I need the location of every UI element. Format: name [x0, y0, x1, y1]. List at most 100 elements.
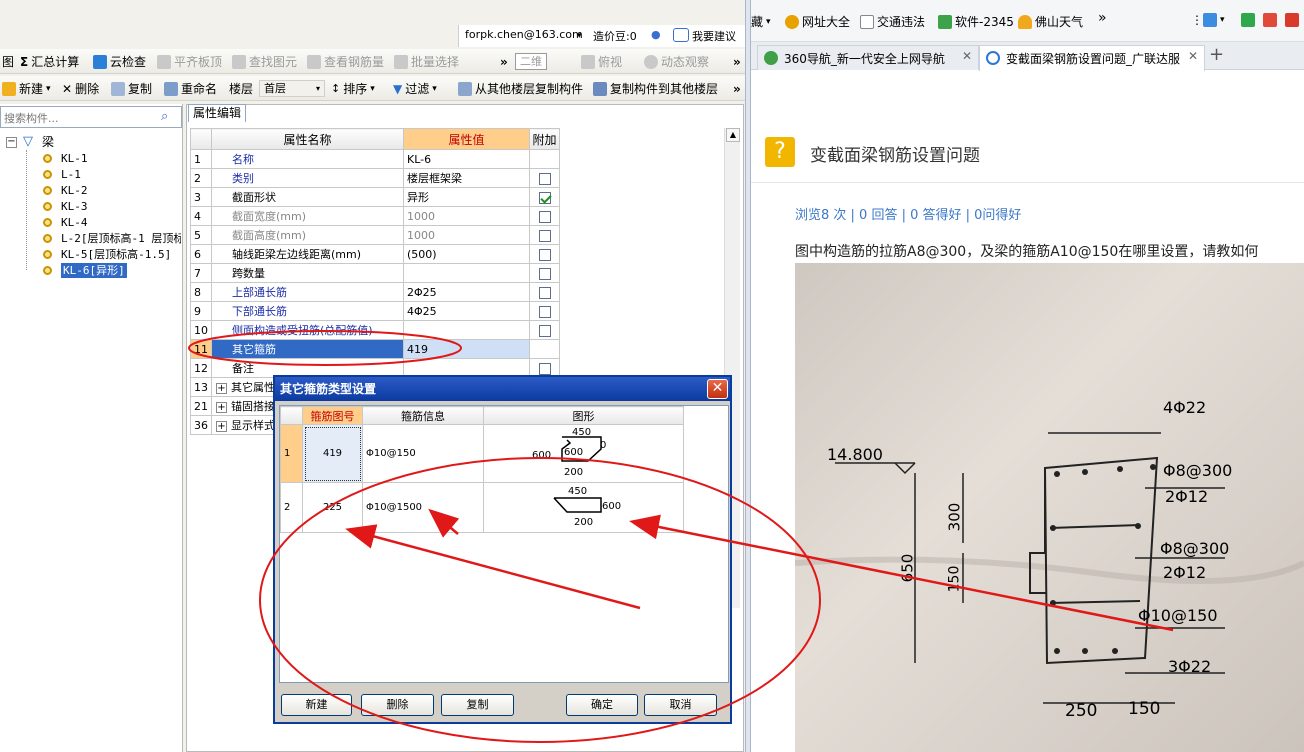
tree-item-kl3[interactable]: KL-3	[61, 199, 88, 214]
toolbar-overflow-icon[interactable]: »	[500, 53, 508, 70]
feedback-link[interactable]: 我要建议	[692, 28, 736, 44]
copy-to-floor-button[interactable]: 复制构件到其他楼层	[593, 80, 718, 97]
dynamic-view-button[interactable]: 动态观察	[644, 53, 709, 70]
close-icon[interactable]: ✕	[962, 49, 972, 63]
question-stats[interactable]: 浏览8 次 | 0 回答 | 0 答得好 | 0问得好	[795, 204, 1021, 223]
summary-calc-button[interactable]: Σ 汇总计算	[20, 53, 79, 70]
view-2d-select[interactable]: 二维	[515, 53, 547, 70]
toolbar-overflow-icon-3[interactable]: »	[733, 80, 741, 97]
chat-icon[interactable]	[673, 28, 689, 42]
view-rebar-button[interactable]: 查看钢筋量	[307, 53, 384, 70]
table-row[interactable]: 5 截面高度(mm) 1000	[190, 225, 560, 245]
dialog-cancel-button[interactable]: 取消	[644, 694, 717, 716]
dialog-copy-button[interactable]: 复制	[441, 694, 514, 716]
dialog-new-button[interactable]: 新建	[281, 694, 352, 716]
stirrup-shape-cell[interactable]: 450 600 0 600 200	[483, 424, 684, 483]
table-row[interactable]: 6 轴线距梁左边线距离(mm) (500)	[190, 244, 560, 264]
toolbar-overflow-icon-2[interactable]: »	[733, 53, 741, 70]
search-icon[interactable]: ⌕	[161, 109, 168, 124]
property-value[interactable]: 2Φ25	[403, 282, 530, 302]
tab-question-page[interactable]: 变截面梁钢筋设置问题_广联达服 ✕	[979, 45, 1205, 71]
new-component-button[interactable]: 新建 ▾	[2, 80, 51, 97]
property-value[interactable]: (500)	[403, 244, 530, 264]
table-row-selected[interactable]: 1 419 Φ10@150 450 600 0 600 200	[280, 424, 684, 483]
property-value[interactable]: KL-6	[403, 149, 530, 169]
chevron-down-icon[interactable]: ▾	[577, 31, 582, 41]
table-row[interactable]: 2 类别 楼层框架梁	[190, 168, 560, 188]
close-icon[interactable]: ✕	[1188, 49, 1198, 63]
dialog-delete-button[interactable]: 删除	[361, 694, 434, 716]
property-value[interactable]: 419	[403, 339, 530, 359]
table-row[interactable]: 4 截面宽度(mm) 1000	[190, 206, 560, 226]
property-value[interactable]	[403, 263, 530, 283]
table-row-selected[interactable]: 11 其它箍筋 419	[190, 339, 560, 359]
flat-slab-button[interactable]: 平齐板顶	[157, 53, 222, 70]
stirrup-shape-cell[interactable]: 450 600 200	[483, 482, 684, 533]
expand-plus-icon[interactable]: +	[216, 383, 227, 394]
component-search-input[interactable]: 搜索构件... ⌕	[0, 106, 182, 128]
expand-plus-icon[interactable]: +	[216, 421, 227, 432]
extra-checkbox[interactable]	[538, 305, 551, 318]
tree-item-kl4[interactable]: KL-4	[61, 215, 88, 230]
apps-grid-icon[interactable]: ▾	[1203, 13, 1225, 27]
table-row[interactable]: 2 225 Φ10@1500 450 600 200	[280, 482, 684, 533]
cloud-check-button[interactable]: 云检查	[93, 53, 146, 70]
expand-plus-icon[interactable]: +	[216, 402, 227, 413]
extra-checkbox[interactable]	[538, 362, 551, 375]
tree-root-beam[interactable]: 梁	[42, 135, 54, 150]
tab-360-navigation[interactable]: 360导航_新一代安全上网导航 ✕	[757, 45, 979, 70]
filter-button[interactable]: ▼ 过滤 ▾	[393, 80, 437, 97]
table-row[interactable]: 7 跨数量	[190, 263, 560, 283]
adobe-extension-icon[interactable]	[1285, 13, 1299, 27]
tree-item-kl2[interactable]: KL-2	[61, 183, 88, 198]
extra-checkbox[interactable]	[538, 286, 551, 299]
tree-item-kl6-selected[interactable]: KL-6[异形]	[61, 263, 127, 278]
stirrup-info[interactable]: Φ10@150	[362, 424, 484, 483]
bell-icon[interactable]: ●	[651, 28, 661, 41]
menu-dots-icon[interactable]: ⋮	[1191, 13, 1203, 27]
extra-checkbox[interactable]	[538, 267, 551, 280]
tree-item-kl5[interactable]: KL-5[层顶标高-1.5]	[61, 247, 171, 262]
tree-collapse-icon[interactable]: −	[6, 137, 17, 148]
extra-checkbox-checked[interactable]	[538, 191, 551, 204]
scroll-up-icon[interactable]: ▲	[726, 128, 740, 142]
tv-extension-icon[interactable]	[1263, 13, 1277, 27]
stirrup-figure-no[interactable]: 419	[302, 424, 363, 483]
property-value[interactable]: 1000	[403, 206, 530, 226]
extra-checkbox[interactable]	[538, 324, 551, 337]
bookmark-favorites[interactable]: 藏 ▾	[751, 13, 771, 30]
stirrup-figure-no[interactable]: 225	[302, 482, 363, 533]
tree-item-kl1[interactable]: KL-1	[61, 151, 88, 166]
table-row[interactable]: 1 名称 KL-6	[190, 149, 560, 169]
table-row[interactable]: 8 上部通长筋 2Φ25	[190, 282, 560, 302]
bookmark-overflow-icon[interactable]: »	[1098, 10, 1107, 26]
sort-button[interactable]: ↕ 排序 ▾	[331, 80, 375, 97]
bookmark-traffic[interactable]: 交通违法	[860, 13, 925, 30]
copy-component-button[interactable]: 复制	[111, 80, 152, 97]
bookmark-url-directory[interactable]: 网址大全	[785, 13, 850, 30]
property-value[interactable]: 4Φ25	[403, 301, 530, 321]
extra-checkbox[interactable]	[538, 210, 551, 223]
account-email[interactable]: forpk.chen@163.com	[465, 28, 583, 41]
delete-component-button[interactable]: ✕ 删除	[62, 80, 99, 97]
extra-checkbox[interactable]	[538, 229, 551, 242]
batch-select-button[interactable]: 批量选择	[394, 53, 459, 70]
find-element-button[interactable]: 查找图元	[232, 53, 297, 70]
table-row[interactable]: 10 侧面构造或受扭筋(总配筋值)	[190, 320, 560, 340]
top-view-button[interactable]: 俯视	[581, 53, 622, 70]
tree-item-l1[interactable]: L-1	[61, 167, 81, 182]
tree-item-l2[interactable]: L-2[层顶标高-1 层顶标	[61, 231, 181, 246]
table-row[interactable]: 3 截面形状 异形	[190, 187, 560, 207]
new-tab-plus-icon[interactable]: +	[1209, 44, 1224, 65]
copy-from-floor-button[interactable]: 从其他楼层复制构件	[458, 80, 583, 97]
floor-select[interactable]: 首层 ▾	[259, 80, 325, 97]
stirrup-info[interactable]: Φ10@1500	[362, 482, 484, 533]
partial-fig-button[interactable]: 图	[2, 53, 14, 70]
table-row[interactable]: 9 下部通长筋 4Φ25	[190, 301, 560, 321]
property-value[interactable]	[403, 320, 530, 340]
dialog-ok-button[interactable]: 确定	[566, 694, 638, 716]
beam-section-photo[interactable]: 4Φ22 14.800 Φ8@300 2Φ12 Φ8@300 2Φ12 Φ10@…	[795, 263, 1304, 752]
bookmark-weather[interactable]: 佛山天气	[1018, 13, 1083, 30]
property-value[interactable]: 1000	[403, 225, 530, 245]
property-value[interactable]: 楼层框架梁	[403, 168, 530, 188]
